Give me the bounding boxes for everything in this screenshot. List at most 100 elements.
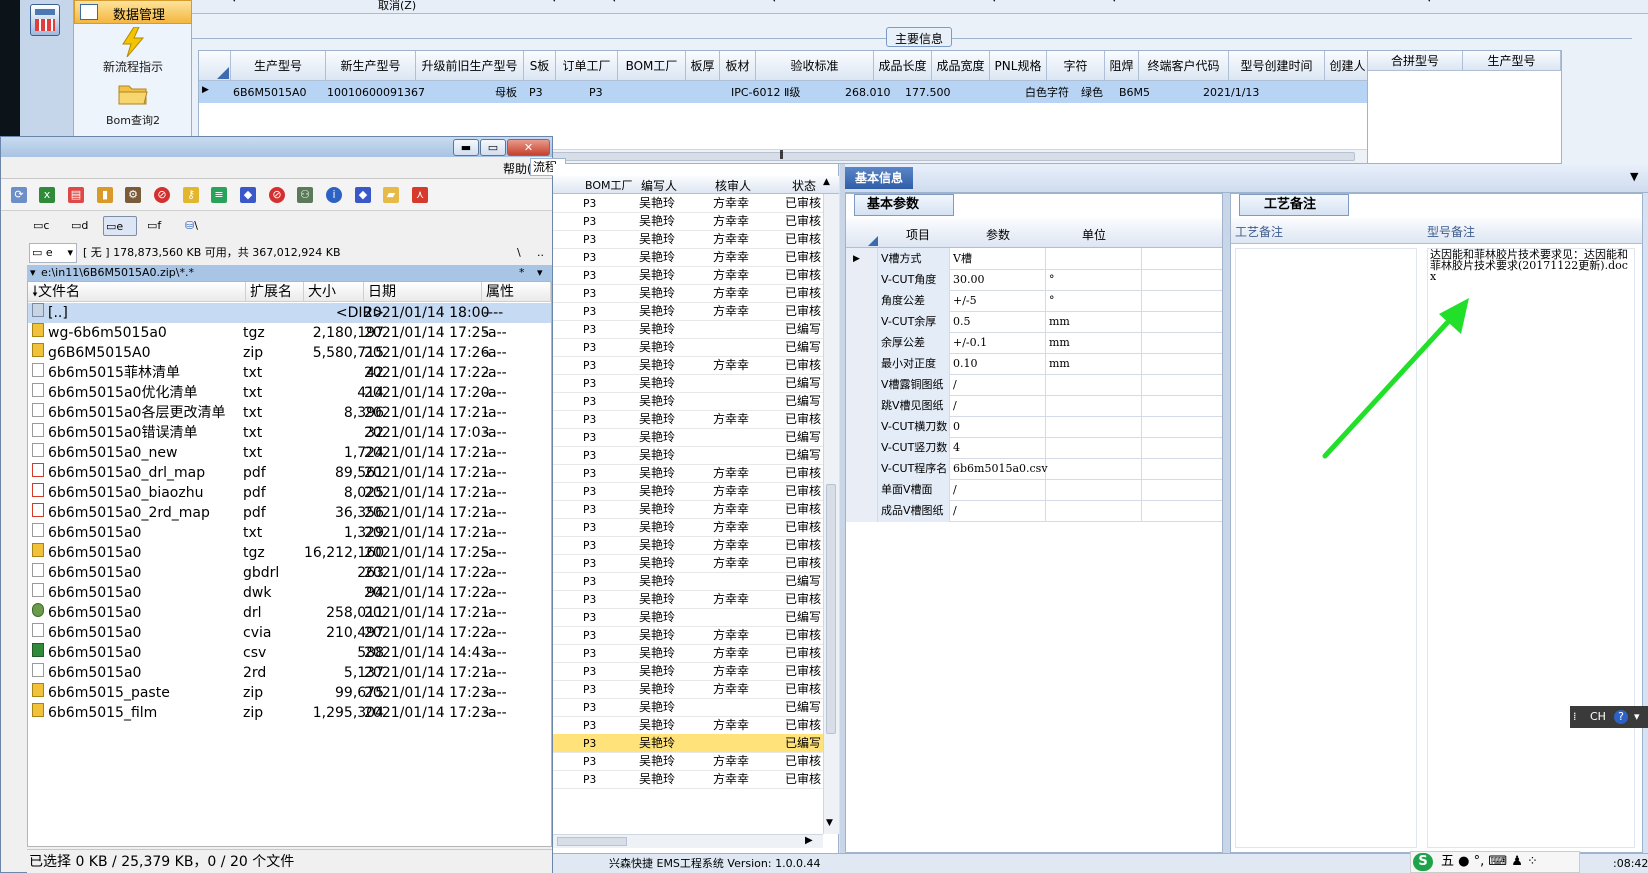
chevron-down-icon[interactable]: ▼ [1630,170,1638,183]
col-param[interactable]: 参数 [986,226,1010,243]
cell-param[interactable]: 0.5 [950,311,1046,333]
nav-data-management[interactable]: 数据管理 [74,0,192,24]
table-row[interactable]: V-CUT横刀数 0 [846,416,1222,438]
col-merge-model[interactable]: 合拼型号 [1368,51,1463,71]
list-item[interactable]: 6b6m5015菲林清单 txt 42 2021/01/14 17:22 -a-- [28,363,551,383]
table-row[interactable]: ▶ 6B6M5015A0 10010600091367 母板 P3 P3 IPC-6012… [199,81,1439,103]
table-row[interactable]: P3 吴艳玲 方幸幸 已审核 [553,212,823,231]
drive-e[interactable]: ▭e [103,216,137,236]
table-row[interactable]: 单面V槽面 / [846,479,1222,501]
cell-param[interactable]: / [950,479,1046,501]
excel-icon[interactable]: x [39,187,55,203]
table-row[interactable]: V-CUT角度 30.00 ° [846,269,1222,291]
col-order-factory[interactable]: 订单工厂 [556,51,618,81]
col-writer[interactable]: 编写人 [641,177,677,194]
table-row[interactable]: P3 吴艳玲 方幸幸 已审核 [553,536,823,555]
table-row[interactable]: V槽露铜图纸 / [846,374,1222,396]
table-row[interactable]: P3 吴艳玲 方幸幸 已审核 [553,356,823,375]
table-row[interactable]: P3 吴艳玲 已编写 [553,392,823,411]
cell-param[interactable]: 0 [950,416,1046,438]
table-row[interactable]: P3 吴艳玲 已编写 [553,698,823,717]
table-row[interactable]: P3 吴艳玲 方幸幸 已审核 [553,752,823,771]
table-row[interactable]: P3 吴艳玲 已编写 [553,446,823,465]
table-row[interactable]: P3 吴艳玲 已编写 [553,572,823,591]
minimize-button[interactable]: ▬ [453,139,479,156]
table-row[interactable]: P3 吴艳玲 已编写 [553,338,823,357]
col-item[interactable]: 项目 [906,226,930,243]
list-item[interactable]: 6b6m5015a0_2rd_map pdf 36,356 2021/01/14 17… [28,503,551,523]
list-item[interactable]: 6b6m5015a0优化清单 txt 414 2021/01/14 17:20 -a-- [28,383,551,403]
table-row[interactable]: P3 吴艳玲 方幸幸 已审核 [553,626,823,645]
table-row[interactable]: V槽方式 V槽 ▶ [846,248,1222,270]
root-button[interactable]: \ [517,241,521,265]
list-item[interactable]: 6b6m5015a0 cvia 210,497 2021/01/14 17:22 -a-… [28,623,551,643]
table-row[interactable]: P3 吴艳玲 方幸幸 已审核 [553,248,823,267]
list-item[interactable]: 6b6m5015a0 dwk 94 2021/01/14 17:22 -a-- [28,583,551,603]
table-row[interactable]: P3 吴艳玲 方幸幸 已审核 [553,266,823,285]
col-standard[interactable]: 验收标准 [756,51,874,81]
filter-value[interactable]: * [519,265,525,281]
chevron-down-icon[interactable]: ▾ [1634,706,1640,728]
table-row[interactable]: P3 吴艳玲 方幸幸 已审核 [553,662,823,681]
cell-param[interactable]: / [950,374,1046,396]
table-row[interactable]: P3 吴艳玲 方幸幸 已审核 [553,590,823,609]
col-date[interactable]: 日期 [364,282,482,302]
col-new-model[interactable]: 新生产型号 [326,51,416,81]
table-row[interactable]: P3 吴艳玲 方幸幸 已审核 [553,410,823,429]
cell-param[interactable]: +/-5 [950,290,1046,312]
ime-status-bar[interactable]: S 五 ● °, ⌨ ♟ ⁘ [1410,851,1580,873]
nav-bom-query2-label[interactable]: Bom查询2 [74,112,192,128]
horizontal-scrollbar[interactable]: ▶ [553,834,823,848]
drive-f[interactable]: ▭f [145,216,175,236]
bookmark-icon[interactable]: ▮ [97,187,113,203]
chevron-down-icon[interactable]: ▾ [537,265,543,281]
color-cube-icon[interactable]: ◆ [240,187,256,203]
window-titlebar[interactable]: ▬ ▭ ✕ [1,137,552,157]
table-row[interactable]: 跳V槽见图纸 / [846,395,1222,417]
list-item[interactable]: [..] <DIR> 2021/01/14 18:00 ---- [28,303,551,323]
list-item[interactable]: 6b6m5015a0_new txt 1,724 2021/01/14 17:21 -a… [28,443,551,463]
col-production-model[interactable]: 生产型号 [1463,51,1561,71]
table-row[interactable]: V-CUT余厚 0.5 mm [846,311,1222,333]
table-row[interactable]: V-CUT程序名 6b6m5015a0.csv [846,458,1222,480]
table-row[interactable]: P3 吴艳玲 方幸幸 已审核 [553,482,823,501]
col-length[interactable]: 成品长度 [874,51,932,81]
chevron-down-icon[interactable]: ▾ [1427,0,1432,5]
col-reviewer[interactable]: 核审人 [715,177,751,194]
col-created[interactable]: 型号创建时间 [1229,51,1325,81]
cancel-button[interactable]: 取消(Z) [378,0,416,13]
col-width[interactable]: 成品宽度 [932,51,990,81]
cell-param[interactable]: 0.10 [950,353,1046,375]
table-row[interactable]: P3 吴艳玲 已编写 [553,320,823,339]
vertical-scrollbar[interactable]: ▼ [823,194,839,834]
refresh-icon[interactable]: ⟳ [11,187,27,203]
col-creator[interactable]: 创建人 [1325,51,1371,81]
list-item[interactable]: 6b6m5015a0 csv 588 2021/01/14 14:43 -a-- [28,643,551,663]
notes-vertical-scrollbar[interactable] [1623,248,1635,848]
table-row[interactable]: P3 吴艳玲 方幸幸 已审核 [553,518,823,537]
parent-button[interactable]: .. [537,241,544,265]
folder-icon[interactable] [118,83,148,105]
table-row[interactable]: P3 吴艳玲 已编写 [553,374,823,393]
close-button[interactable]: ✕ [507,139,550,156]
drive-d[interactable]: ▭d [69,216,99,236]
nav-new-flow-label[interactable]: 新流程指示 [74,58,192,75]
scroll-up-icon[interactable]: ▲ [823,177,830,187]
col-char[interactable]: 字符 [1047,51,1105,81]
col-thickness[interactable]: 板厚 [686,51,720,81]
col-model[interactable]: 生产型号 [231,51,326,81]
table-row[interactable]: V-CUT竖刀数 4 [846,437,1222,459]
col-bom-factory[interactable]: BOM工厂 [618,51,686,81]
list-item[interactable]: 6b6m5015a0 tgz 16,212,160 2021/01/14 17:25-… [28,543,551,563]
splitter-handle[interactable] [1223,193,1230,853]
drive-select[interactable]: ▭ e ▾ [29,243,77,263]
table-row[interactable]: 角度公差 +/-5 ° [846,290,1222,312]
table-row[interactable]: P3 吴艳玲 方幸幸 已审核 [553,194,823,213]
col-customer[interactable]: 终端客户代码 [1139,51,1229,81]
table-row[interactable]: P3 吴艳玲 方幸幸 已审核 [553,644,823,663]
network-icon[interactable]: ⚇ [297,187,313,203]
block-icon[interactable]: ⊘ [269,187,285,203]
calculator-icon[interactable] [30,4,60,36]
table-row[interactable]: P3 吴艳玲 方幸幸 已审核 [553,284,823,303]
current-path-bar[interactable]: ▾ e:\in11\6B6M5015A0.zip\*.* * ▾ [27,265,552,281]
